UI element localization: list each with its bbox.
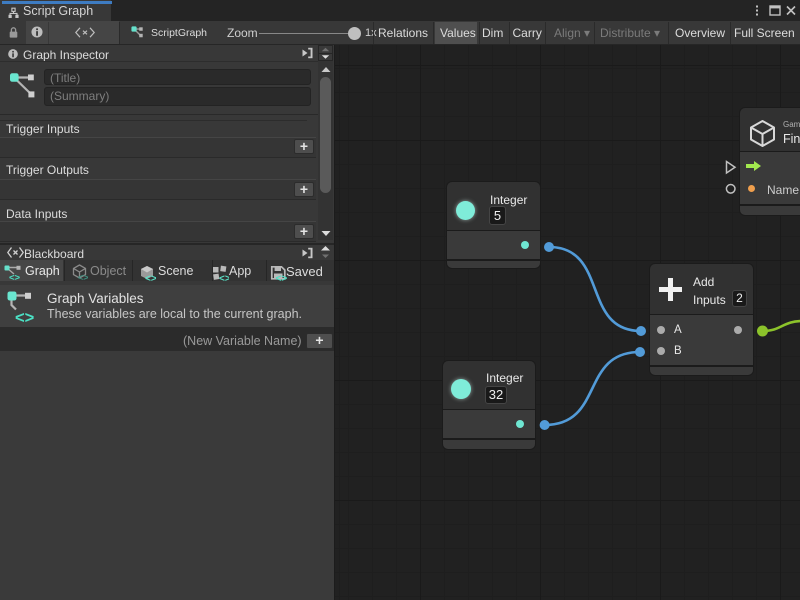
svg-text:<>: <> xyxy=(9,272,21,281)
svg-text:<>: <> xyxy=(276,273,288,282)
svg-text:<>: <> xyxy=(78,273,88,282)
svg-text:<>: <> xyxy=(145,274,156,283)
svg-text:<>: <> xyxy=(219,273,229,282)
svg-text:<>: <> xyxy=(15,309,34,325)
